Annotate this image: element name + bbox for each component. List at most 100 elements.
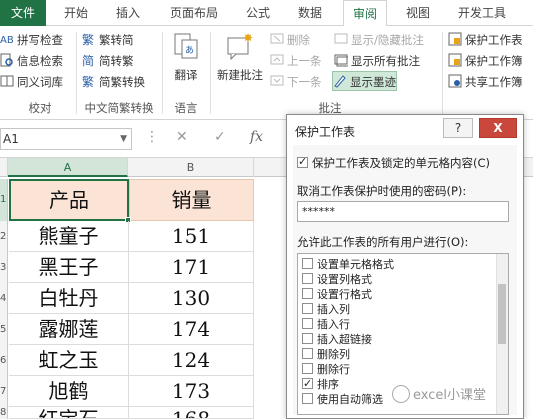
show-ink-button[interactable]: 显示墨迹 — [332, 71, 397, 91]
permission-item[interactable]: 插入列 — [302, 302, 350, 317]
cell-sales[interactable]: 174 — [129, 314, 254, 345]
svg-text:简: 简 — [82, 54, 94, 67]
protect-workbook-button[interactable]: 保护工作簿 — [448, 51, 523, 71]
row-header[interactable]: 3 — [0, 252, 8, 283]
close-button[interactable]: X — [479, 118, 517, 138]
thesaurus-button[interactable]: 同义词库 — [0, 72, 63, 92]
research-button[interactable]: 信息检索 — [0, 51, 63, 71]
row-header[interactable]: 4 — [0, 283, 8, 314]
tab-formulas[interactable]: 公式 — [238, 0, 278, 26]
help-button[interactable]: ? — [443, 118, 473, 138]
cell-b1[interactable]: 销量 — [129, 179, 254, 221]
next-comment-icon — [270, 74, 284, 88]
svg-text:✸: ✸ — [243, 32, 253, 45]
scrollbar-thumb[interactable] — [498, 284, 506, 344]
row-header[interactable]: 1 — [0, 179, 8, 221]
show-all-comments-button[interactable]: 显示所有批注 — [334, 51, 420, 71]
tab-data[interactable]: 数据 — [290, 0, 330, 26]
tab-page-layout[interactable]: 页面布局 — [162, 0, 226, 26]
cell-sales[interactable]: 173 — [129, 376, 254, 407]
cell-product[interactable]: 白牡丹 — [9, 283, 129, 314]
name-box-value: A1 — [3, 132, 19, 146]
watermark: excel小课堂 — [392, 384, 486, 403]
row-header[interactable]: 2 — [0, 221, 8, 252]
tab-developer[interactable]: 开发工具 — [450, 0, 514, 26]
cell-sales[interactable]: 124 — [129, 345, 254, 376]
spell-check-label: 拼写检查 — [17, 33, 63, 47]
permission-item[interactable]: 插入超链接 — [302, 332, 372, 347]
cell-sales[interactable]: 151 — [129, 221, 254, 252]
protect-sheet-button[interactable]: 保护工作表 — [448, 30, 523, 50]
select-all-corner[interactable] — [0, 158, 8, 177]
cell-product[interactable]: 黑王子 — [9, 252, 129, 283]
permissions-scrollbar[interactable] — [496, 254, 508, 414]
checkbox-unchecked-icon — [302, 348, 313, 359]
show-hide-comment-button[interactable]: 显示/隐藏批注 — [334, 30, 424, 50]
conversion-button[interactable]: 繁简繁转换 — [82, 72, 145, 92]
password-input[interactable]: ****** — [297, 201, 509, 222]
options-dots-icon[interactable]: ⋮ — [145, 129, 159, 145]
cell-product[interactable]: 熊童子 — [9, 221, 129, 252]
simp-to-trad-button[interactable]: 简简转繁 — [82, 51, 134, 71]
protect-workbook-label: 保护工作簿 — [465, 54, 523, 68]
permission-label: 插入行 — [317, 318, 350, 331]
svg-text:繁: 繁 — [82, 74, 94, 88]
cell-product[interactable]: 虹之玉 — [9, 345, 129, 376]
column-header-b[interactable]: B — [128, 158, 254, 177]
next-comment-label: 下一条 — [287, 75, 322, 89]
tab-file[interactable]: 文件 — [0, 0, 46, 26]
permission-item[interactable]: 使用自动筛选 — [302, 392, 383, 407]
name-box[interactable]: A1 ▼ — [0, 128, 132, 150]
dialog-titlebar[interactable]: 保护工作表 ? X — [287, 115, 523, 145]
delete-comment-label: 删除 — [287, 33, 310, 47]
column-header-a[interactable]: A — [8, 158, 128, 177]
chevron-down-icon[interactable]: ▼ — [120, 129, 127, 149]
cell-product[interactable]: 旭鹤 — [9, 376, 129, 407]
group-separator — [162, 32, 163, 114]
thesaurus-icon — [0, 74, 14, 88]
tab-view[interactable]: 视图 — [398, 0, 438, 26]
cell-sales[interactable]: 171 — [129, 252, 254, 283]
row-header[interactable]: 8 — [0, 407, 8, 419]
spell-check-button[interactable]: ABC拼写检查 — [0, 30, 63, 50]
row-header[interactable]: 5 — [0, 314, 8, 345]
research-label: 信息检索 — [17, 54, 63, 68]
cell-product[interactable]: 露娜莲 — [9, 314, 129, 345]
translate-button[interactable]: あ 翻译 — [164, 32, 208, 83]
delete-comment-button[interactable]: 删除 — [270, 30, 310, 50]
tab-home[interactable]: 开始 — [56, 0, 96, 26]
previous-comment-button[interactable]: 上一条 — [270, 51, 322, 71]
group-label-language: 语言 — [174, 101, 198, 115]
permission-item[interactable]: 删除列 — [302, 347, 350, 362]
permission-item[interactable]: 删除行 — [302, 362, 350, 377]
translate-label: 翻译 — [174, 68, 198, 82]
permission-label: 插入列 — [317, 303, 350, 316]
share-workbook-button[interactable]: 共享工作簿 — [448, 72, 523, 92]
tab-review[interactable]: 审阅 — [343, 0, 387, 27]
cell-sales[interactable]: 168 — [129, 407, 254, 419]
cell-a1[interactable]: 产品 — [9, 179, 129, 221]
allow-users-label: 允许此工作表的所有用户进行(O): — [297, 235, 469, 249]
permission-item[interactable]: 排序 — [302, 376, 339, 392]
share-workbook-label: 共享工作簿 — [465, 75, 523, 89]
tab-insert[interactable]: 插入 — [108, 0, 148, 26]
permission-item[interactable]: 设置单元格格式 — [302, 257, 394, 272]
cancel-icon[interactable]: ✕ — [176, 129, 188, 145]
protect-sheet-checkbox[interactable]: 保护工作表及锁定的单元格内容(C) — [297, 155, 490, 171]
trad-to-simp-button[interactable]: 繁繁转简 — [82, 30, 134, 50]
checkbox-checked-icon — [297, 155, 308, 168]
cell-product[interactable]: 红宝石 — [9, 407, 129, 419]
cell-sales[interactable]: 130 — [129, 283, 254, 314]
enter-icon[interactable]: ✓ — [214, 129, 226, 145]
checkbox-unchecked-icon — [302, 288, 313, 299]
permission-item[interactable]: 设置行格式 — [302, 287, 372, 302]
checkbox-unchecked-icon — [302, 333, 313, 344]
permission-item[interactable]: 插入行 — [302, 317, 350, 332]
row-header[interactable]: 6 — [0, 345, 8, 376]
new-comment-button[interactable]: ✸ 新建批注 — [212, 31, 268, 83]
permission-item[interactable]: 设置列格式 — [302, 272, 372, 287]
next-comment-button[interactable]: 下一条 — [270, 72, 322, 92]
row-header[interactable]: 7 — [0, 376, 8, 407]
checkbox-unchecked-icon — [302, 258, 313, 269]
insert-function-button[interactable]: fx — [250, 129, 263, 145]
